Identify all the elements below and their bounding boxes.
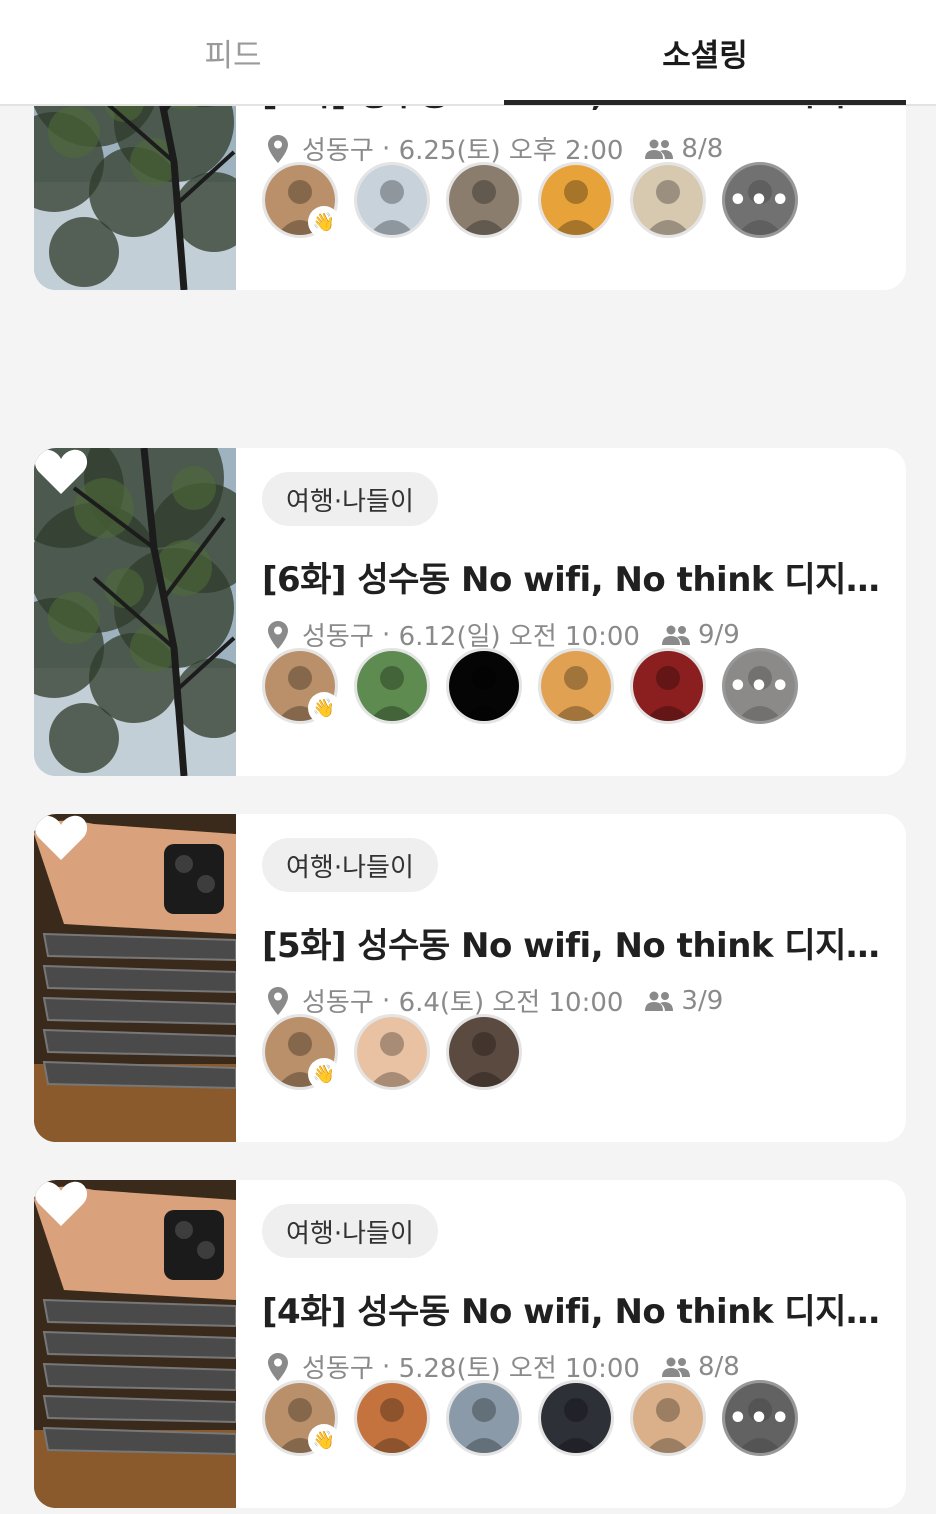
socialing-card[interactable]: 여행·나들이 [4화] 성수동 No wifi, No think 디지털 디톡스… [34, 1180, 906, 1508]
more-members-button[interactable]: ••• [722, 648, 798, 724]
member-avatar [354, 1380, 430, 1456]
socialing-feed-list[interactable]: 피크닉[7화] 성수동 No wifi, No think 디지털 디톡스성동구… [0, 0, 936, 1514]
card-title[interactable]: [6화] 성수동 No wifi, No think 디지털 디톡스 [262, 552, 884, 601]
people-icon [661, 625, 690, 645]
tab-feed[interactable]: 피드 [32, 0, 434, 104]
member-avatar [630, 162, 706, 238]
category-chip: 여행·나들이 [262, 838, 438, 892]
location-pin-icon [268, 134, 288, 163]
meta-separator: · [373, 133, 399, 164]
location-pin-icon [268, 1352, 288, 1381]
people-icon [645, 139, 674, 159]
member-avatar [446, 1380, 522, 1456]
datetime-label: 6.25(토) 오후 2:00 [398, 136, 624, 166]
card-thumbnail [34, 1180, 236, 1508]
district-label: 성동구 [302, 988, 374, 1018]
category-chip: 여행·나들이 [262, 1204, 438, 1258]
member-avatar [354, 162, 430, 238]
member-avatar [538, 648, 614, 724]
member-avatar [354, 1014, 430, 1090]
location-pin-icon [268, 620, 288, 649]
district-label: 성동구 [302, 136, 374, 166]
member-avatar [538, 1380, 614, 1456]
heart-icon[interactable] [34, 448, 88, 496]
card-title[interactable]: [4화] 성수동 No wifi, No think 디지털 디톡스 [262, 1284, 884, 1333]
meta-separator: · [373, 985, 399, 1016]
card-meta: 성동구 · 6.25(토) 오후 2:00 8/8 [268, 130, 723, 167]
heart-icon[interactable] [34, 814, 88, 862]
waving-hand-icon: 👋 [308, 206, 340, 238]
waving-hand-icon: 👋 [308, 692, 340, 724]
category-chip: 여행·나들이 [262, 472, 438, 526]
member-count: 9/9 [697, 619, 740, 650]
datetime-label: 6.4(토) 오전 10:00 [398, 988, 624, 1018]
member-count: 3/9 [681, 985, 724, 1016]
member-avatar [630, 648, 706, 724]
card-info: 여행·나들이 [4화] 성수동 No wifi, No think 디지털 디톡스… [262, 1180, 884, 1508]
waving-hand-icon: 👋 [308, 1424, 340, 1456]
card-info: 여행·나들이 [6화] 성수동 No wifi, No think 디지털 디톡스… [262, 448, 884, 776]
meta-separator: · [373, 619, 399, 650]
member-avatar [354, 648, 430, 724]
active-tab-indicator [504, 100, 906, 105]
member-count: 8/8 [697, 1351, 740, 1382]
member-avatar [538, 162, 614, 238]
card-info: 여행·나들이 [5화] 성수동 No wifi, No think 디지털 디톡스… [262, 814, 884, 1142]
district-label: 성동구 [302, 1354, 374, 1384]
member-avatar [630, 1380, 706, 1456]
top-tab-bar: 피드 소셜링 [0, 0, 936, 106]
socialing-card[interactable]: 여행·나들이 [6화] 성수동 No wifi, No think 디지털 디톡스… [34, 448, 906, 776]
member-avatar [446, 162, 522, 238]
tab-socialing[interactable]: 소셜링 [504, 0, 906, 104]
datetime-label: 6.12(일) 오전 10:00 [398, 622, 640, 652]
people-icon [661, 1357, 690, 1377]
datetime-label: 5.28(토) 오전 10:00 [398, 1354, 640, 1384]
district-label: 성동구 [302, 622, 374, 652]
member-avatar [446, 648, 522, 724]
meta-separator: · [373, 1351, 399, 1382]
heart-icon[interactable] [34, 1180, 88, 1228]
socialing-card[interactable]: 여행·나들이 [5화] 성수동 No wifi, No think 디지털 디톡스… [34, 814, 906, 1142]
member-avatar [446, 1014, 522, 1090]
card-thumbnail [34, 814, 236, 1142]
card-thumbnail [34, 448, 236, 776]
more-members-button[interactable]: ••• [722, 1380, 798, 1456]
people-icon [645, 991, 674, 1011]
waving-hand-icon: 👋 [308, 1058, 340, 1090]
location-pin-icon [268, 986, 288, 1015]
more-members-button[interactable]: ••• [722, 162, 798, 238]
card-meta: 성동구 · 6.4(토) 오전 10:00 3/9 [268, 982, 723, 1019]
member-count: 8/8 [681, 133, 724, 164]
card-title[interactable]: [5화] 성수동 No wifi, No think 디지털 디톡스 [262, 918, 884, 967]
